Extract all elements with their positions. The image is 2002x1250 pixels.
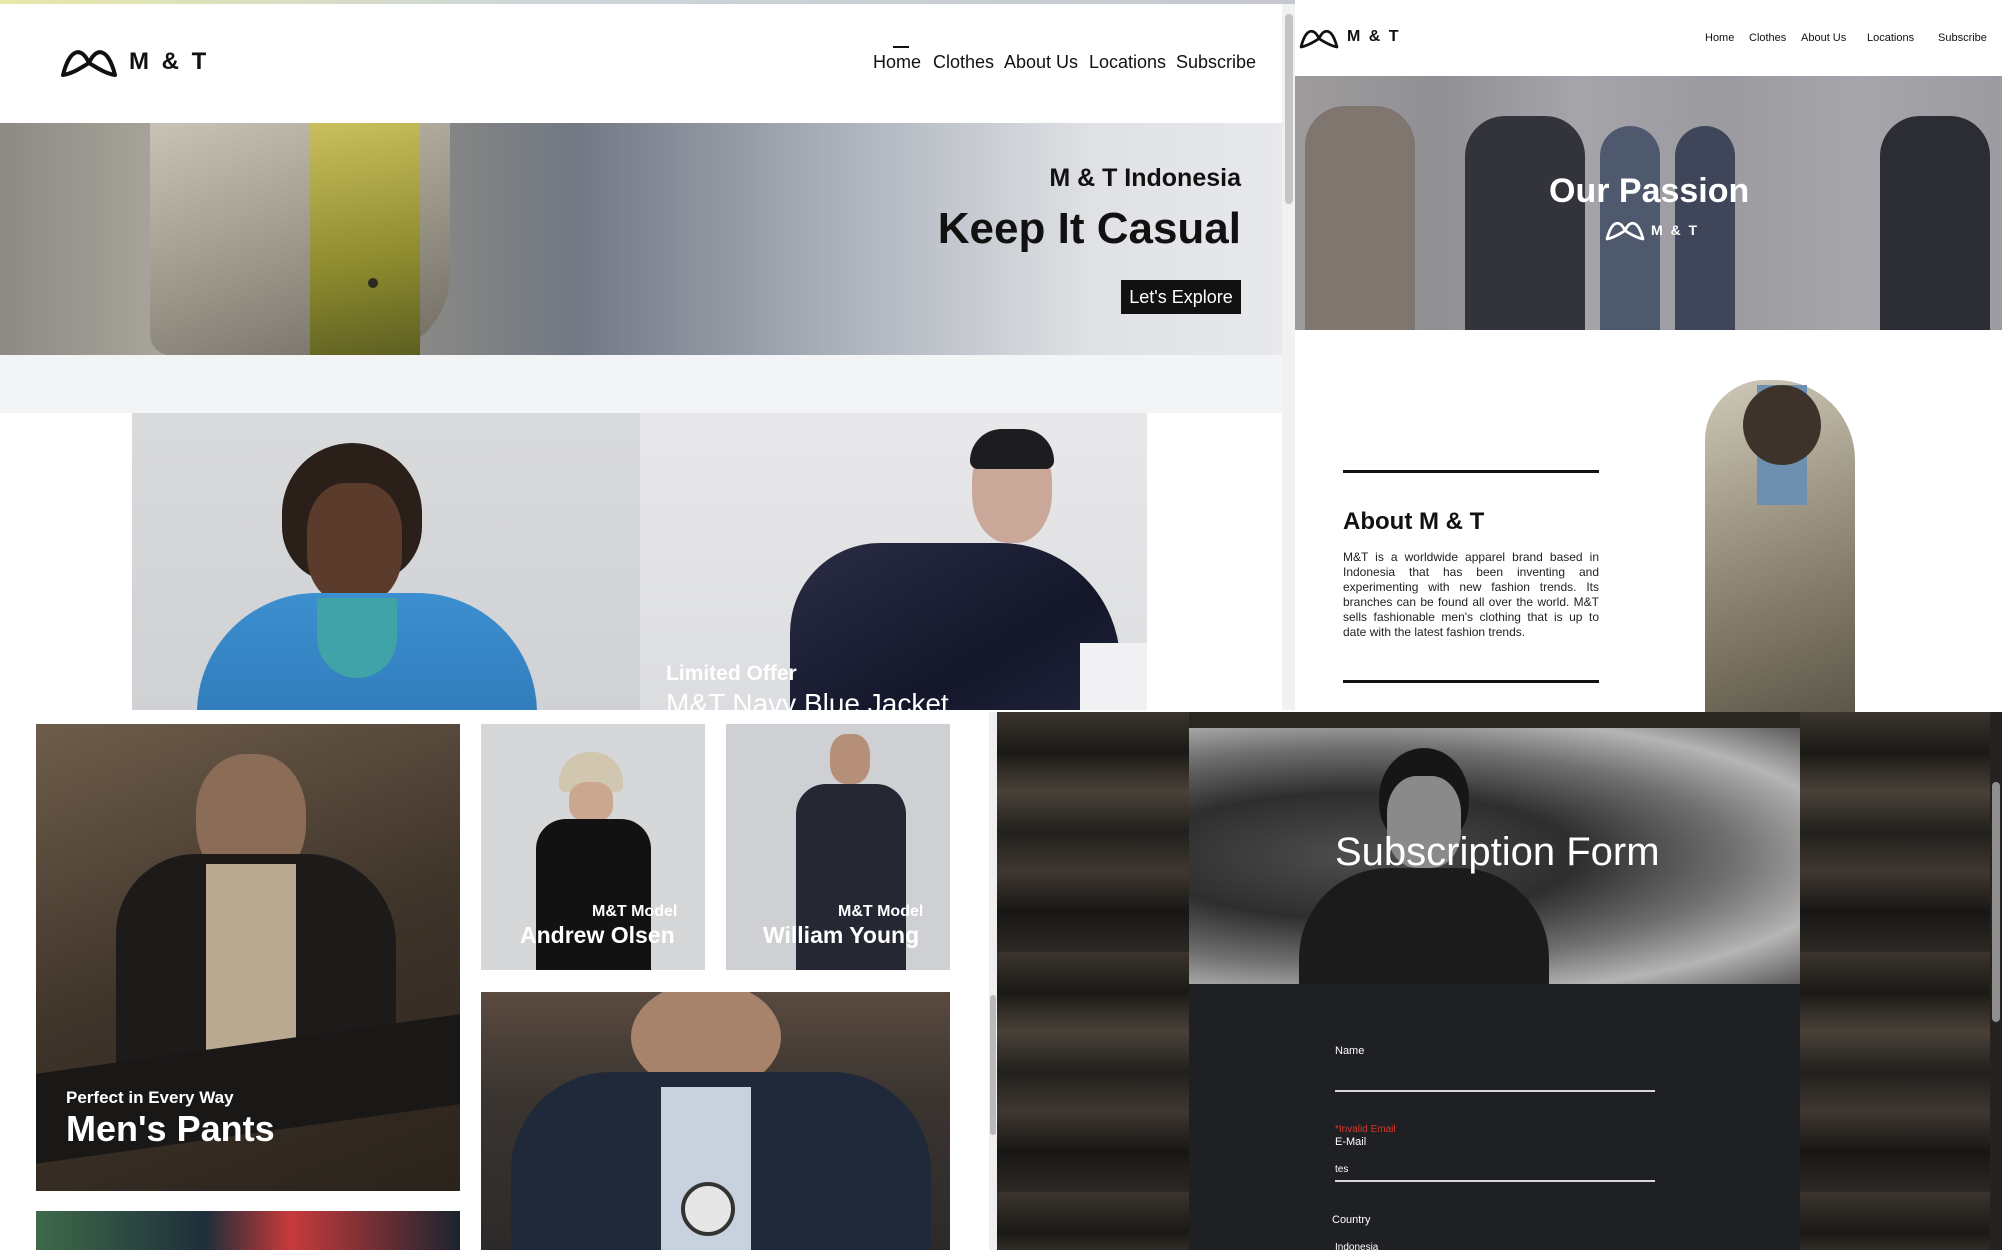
section-spacer (0, 355, 1282, 413)
product-card-blue-shirt[interactable] (132, 413, 640, 710)
model-tee-image (317, 598, 397, 678)
home-page-panel: M & T Home Clothes About Us Locations Su… (0, 0, 1295, 710)
nav-home[interactable]: Home (1705, 32, 1734, 44)
nav-locations[interactable]: Locations (1089, 52, 1166, 73)
model-face-image (307, 483, 402, 603)
nav-clothes[interactable]: Clothes (933, 52, 994, 73)
navy-jacket-image (790, 543, 1120, 710)
email-input[interactable] (1335, 1180, 1655, 1182)
email-error-text: *Invalid Email (1335, 1124, 1396, 1135)
about-page-panel: M & T Home Clothes About Us Locations Su… (1295, 0, 2002, 712)
mt-logo-icon (61, 50, 117, 77)
about-title: About M & T (1343, 508, 1485, 535)
subscription-scrollbar-thumb[interactable] (1992, 782, 2000, 1022)
gallery-next-item[interactable] (36, 1211, 460, 1250)
lets-explore-button[interactable]: Let's Explore (1121, 280, 1241, 314)
pants-title: Men's Pants (66, 1108, 275, 1149)
model-hair-image (970, 429, 1054, 469)
mt-logo-icon (1605, 221, 1645, 241)
nav-subscribe[interactable]: Subscribe (1938, 32, 1987, 44)
nav-about-us[interactable]: About Us (1801, 32, 1846, 44)
nav-subscribe[interactable]: Subscribe (1176, 52, 1256, 73)
banner-logo-text: M & T (1651, 222, 1700, 238)
hero-button-detail (368, 278, 378, 288)
hero-shirt-image (310, 123, 420, 355)
model-name-andrew: Andrew Olsen (520, 922, 675, 948)
model-name-william: William Young (763, 922, 920, 948)
offer-label: Limited Offer (666, 662, 797, 685)
model-face-image (830, 734, 870, 784)
banner-title: Our Passion (1549, 172, 1750, 210)
top-accent-line (0, 0, 1295, 4)
brand-logo-small[interactable]: M & T (1299, 24, 1449, 54)
subscription-panel: Subscription Form Name *Invalid Email E-… (997, 712, 2002, 1250)
beige-tee-image (206, 864, 296, 1064)
knit-sweater-image (1299, 868, 1549, 984)
name-input[interactable] (1335, 1090, 1655, 1092)
hero-subtitle: M & T Indonesia (1049, 164, 1241, 192)
hero-title: Keep It Casual (937, 204, 1241, 253)
scrollbar-thumb[interactable] (1285, 14, 1293, 204)
nav-about-us[interactable]: About Us (1004, 52, 1078, 73)
name-label: Name (1335, 1045, 1365, 1057)
nav-home[interactable]: Home (873, 52, 921, 73)
gallery-scrollbar[interactable] (989, 712, 997, 1250)
offer-product-name[interactable]: M&T Navy Blue Jacket (666, 688, 949, 710)
model-face-image (569, 782, 613, 822)
background-clothes-left (997, 712, 1189, 1250)
watch-image (681, 1182, 735, 1236)
subscription-title: Subscription Form (1335, 830, 1660, 874)
mt-logo-icon (1299, 29, 1339, 49)
gallery-suit-watch[interactable] (481, 992, 950, 1250)
brand-logo[interactable]: M & T (60, 42, 210, 82)
about-description: M&T is a worldwide apparel brand based i… (1343, 550, 1599, 639)
about-top-rule (1343, 470, 1599, 473)
nav-locations[interactable]: Locations (1867, 32, 1914, 44)
model-kicker-1: M&T Model (592, 903, 678, 920)
logo-text: M & T (129, 48, 210, 75)
pants-kicker: Perfect in Every Way (66, 1088, 234, 1107)
country-select[interactable]: Indonesia (1335, 1242, 1378, 1250)
active-nav-indicator (893, 46, 909, 48)
email-label: E-Mail (1335, 1136, 1367, 1148)
gallery-panel: Perfect in Every Way Men's Pants M&T Mod… (0, 712, 997, 1250)
about-bottom-rule (1343, 680, 1599, 683)
email-input-value[interactable]: tes (1335, 1164, 1348, 1175)
background-clothes-right (1800, 712, 1990, 1250)
gallery-scrollbar-thumb[interactable] (990, 995, 996, 1135)
logo-text-small: M & T (1347, 28, 1401, 45)
illustrated-model-head (1743, 385, 1821, 465)
model-kicker-2: M&T Model (838, 903, 924, 920)
country-label: Country (1332, 1214, 1371, 1226)
nav-clothes[interactable]: Clothes (1749, 32, 1786, 44)
chair-image (1080, 643, 1147, 710)
